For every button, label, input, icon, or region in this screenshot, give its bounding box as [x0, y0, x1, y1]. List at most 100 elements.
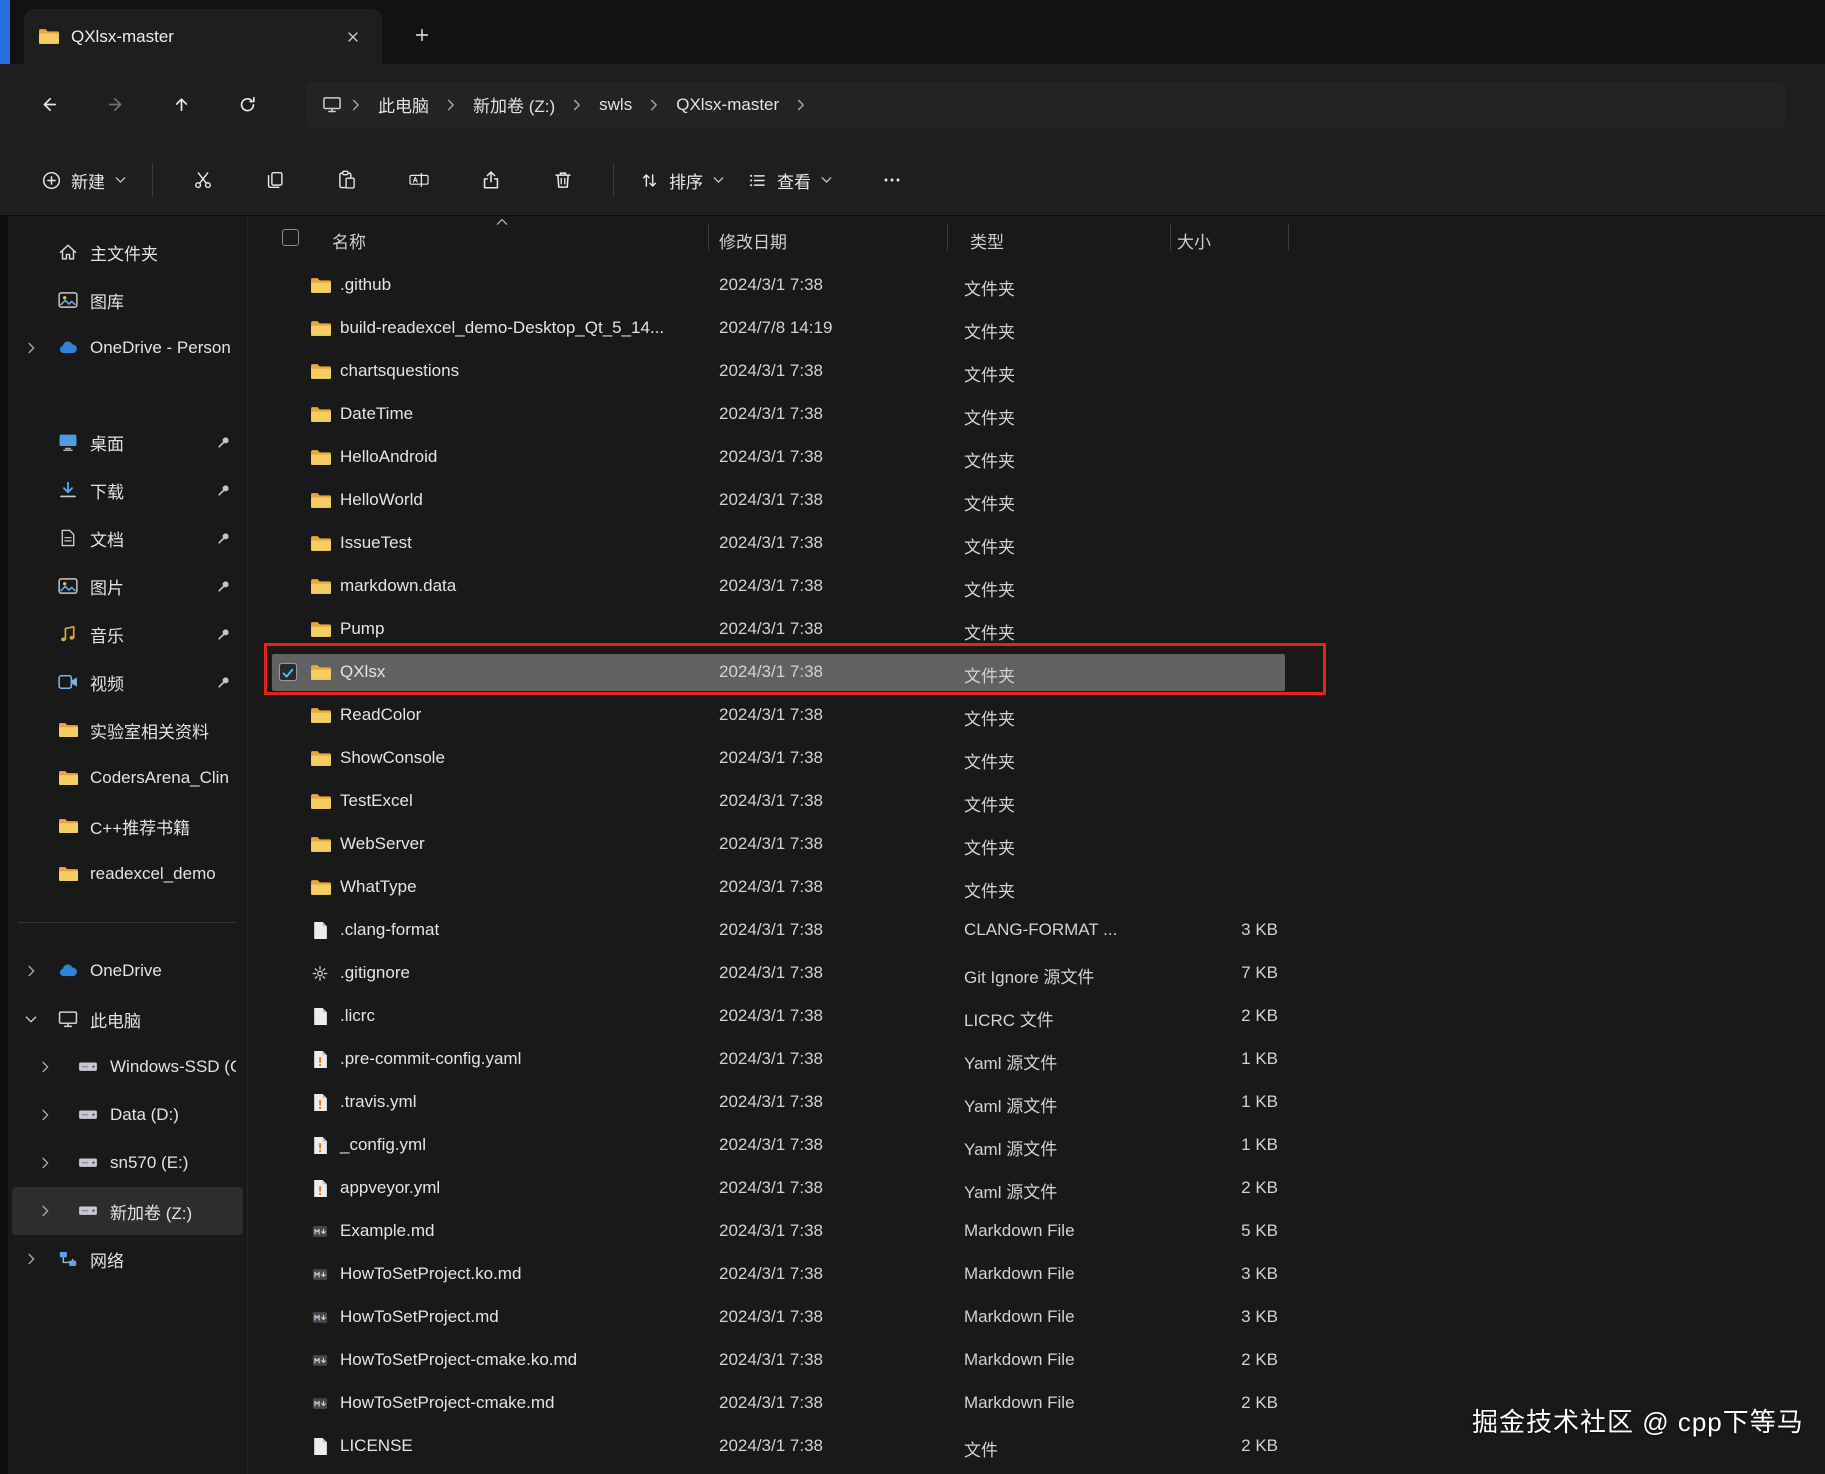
- file-row[interactable]: .github2024/3/1 7:38文件夹: [248, 264, 1825, 307]
- file-row[interactable]: .travis.yml2024/3/1 7:38Yaml 源文件1 KB: [248, 1081, 1825, 1124]
- chevron-right-icon[interactable]: [40, 1157, 51, 1169]
- sidebar-item[interactable]: OneDrive: [12, 947, 243, 995]
- file-row[interactable]: build-readexcel_demo-Desktop_Qt_5_14...2…: [248, 307, 1825, 350]
- column-header-size[interactable]: 大小: [1177, 228, 1211, 253]
- file-row[interactable]: WhatType2024/3/1 7:38文件夹: [248, 866, 1825, 909]
- file-row[interactable]: chartsquestions2024/3/1 7:38文件夹: [248, 350, 1825, 393]
- sidebar-item[interactable]: 文档: [12, 514, 243, 562]
- file-date: 2024/3/1 7:38: [719, 1135, 823, 1155]
- delete-button[interactable]: [540, 159, 586, 201]
- sidebar-item[interactable]: 主文件夹: [12, 228, 243, 276]
- file-row[interactable]: HowToSetProject.md2024/3/1 7:38Markdown …: [248, 1296, 1825, 1339]
- tab-title: QXlsx-master: [71, 27, 326, 47]
- column-separator[interactable]: [708, 224, 709, 251]
- toolbar-icon-buttons: [167, 159, 599, 201]
- sidebar-item[interactable]: C++推荐书籍: [12, 802, 243, 850]
- chevron-right-icon[interactable]: [26, 965, 37, 977]
- row-checkbox[interactable]: [279, 663, 297, 681]
- sidebar-item[interactable]: 实验室相关资料: [12, 706, 243, 754]
- file-row[interactable]: HowToSetProject-cmake.ko.md2024/3/1 7:38…: [248, 1339, 1825, 1382]
- rename-button[interactable]: [396, 159, 442, 201]
- file-name: HowToSetProject.ko.md: [340, 1264, 521, 1284]
- sidebar-item[interactable]: 视频: [12, 658, 243, 706]
- sidebar-item[interactable]: readexcel_demo: [12, 850, 243, 898]
- file-row[interactable]: appveyor.yml2024/3/1 7:38Yaml 源文件2 KB: [248, 1167, 1825, 1210]
- file-row[interactable]: HowToSetProject.ko.md2024/3/1 7:38Markdo…: [248, 1253, 1825, 1296]
- sidebar-item[interactable]: 新加卷 (Z:): [12, 1187, 243, 1235]
- column-header-type[interactable]: 类型: [970, 228, 1004, 253]
- view-button[interactable]: 查看: [736, 158, 844, 203]
- column-separator[interactable]: [1170, 224, 1171, 251]
- more-options-button[interactable]: [870, 159, 914, 201]
- file-row[interactable]: HelloAndroid2024/3/1 7:38文件夹: [248, 436, 1825, 479]
- sidebar-item[interactable]: 桌面: [12, 418, 243, 466]
- file-row[interactable]: _config.yml2024/3/1 7:38Yaml 源文件1 KB: [248, 1124, 1825, 1167]
- file-row[interactable]: markdown.data2024/3/1 7:38文件夹: [248, 565, 1825, 608]
- file-row[interactable]: .clang-format2024/3/1 7:38CLANG-FORMAT .…: [248, 909, 1825, 952]
- file-row[interactable]: .licrc2024/3/1 7:38LICRC 文件2 KB: [248, 995, 1825, 1038]
- column-separator[interactable]: [1288, 224, 1289, 251]
- file-row[interactable]: ReadColor2024/3/1 7:38文件夹: [248, 694, 1825, 737]
- sort-button-label: 排序: [669, 168, 703, 193]
- file-row[interactable]: IssueTest2024/3/1 7:38文件夹: [248, 522, 1825, 565]
- file-row[interactable]: QXlsx2024/3/1 7:38文件夹: [248, 651, 1825, 694]
- sidebar-item[interactable]: 下载: [12, 466, 243, 514]
- file-date: 2024/3/1 7:38: [719, 877, 823, 897]
- file-size: 1 KB: [1170, 1092, 1278, 1112]
- copy-button[interactable]: [252, 159, 298, 201]
- file-row[interactable]: .gitignore2024/3/1 7:38Git Ignore 源文件7 K…: [248, 952, 1825, 995]
- file-row[interactable]: .pre-commit-config.yaml2024/3/1 7:38Yaml…: [248, 1038, 1825, 1081]
- delete-icon: [553, 170, 573, 190]
- breadcrumb-item[interactable]: swls: [591, 90, 640, 120]
- chevron-down-icon[interactable]: [25, 1015, 37, 1024]
- sidebar-item[interactable]: 图库: [12, 276, 243, 324]
- explorer-tab[interactable]: QXlsx-master: [24, 9, 382, 64]
- folder-icon: [310, 406, 331, 423]
- sidebar-item[interactable]: sn570 (E:): [12, 1139, 243, 1187]
- music-icon: [58, 625, 78, 643]
- breadcrumb-item[interactable]: 新加卷 (Z:): [465, 87, 563, 122]
- up-button[interactable]: [160, 84, 202, 126]
- sidebar-item[interactable]: Data (D:): [12, 1091, 243, 1139]
- refresh-button[interactable]: [226, 84, 268, 126]
- file-row[interactable]: TestExcel2024/3/1 7:38文件夹: [248, 780, 1825, 823]
- chevron-right-icon[interactable]: [26, 342, 37, 354]
- sidebar-item-label: 音乐: [90, 622, 124, 647]
- column-header-date[interactable]: 修改日期: [719, 228, 787, 253]
- file-name: .licrc: [340, 1006, 375, 1026]
- column-separator[interactable]: [947, 224, 948, 251]
- paste-button[interactable]: [324, 159, 370, 201]
- sidebar-item[interactable]: Windows-SSD (C: [12, 1043, 243, 1091]
- column-header-name[interactable]: 名称: [332, 228, 366, 253]
- file-row[interactable]: HelloWorld2024/3/1 7:38文件夹: [248, 479, 1825, 522]
- new-button[interactable]: 新建: [30, 158, 138, 203]
- file-row[interactable]: ShowConsole2024/3/1 7:38文件夹: [248, 737, 1825, 780]
- sidebar-item[interactable]: OneDrive - Person: [12, 324, 243, 372]
- chevron-right-icon: [352, 99, 360, 111]
- sidebar-item[interactable]: 此电脑: [12, 995, 243, 1043]
- new-tab-button[interactable]: [404, 17, 440, 53]
- ellipsis-icon: [882, 170, 902, 190]
- back-button[interactable]: [28, 84, 70, 126]
- chevron-right-icon[interactable]: [26, 1253, 37, 1265]
- sidebar-item[interactable]: CodersArena_Clin: [12, 754, 243, 802]
- sidebar-item[interactable]: 音乐: [12, 610, 243, 658]
- chevron-right-icon[interactable]: [40, 1205, 51, 1217]
- tab-close-button[interactable]: [338, 22, 368, 52]
- sidebar-item[interactable]: 图片: [12, 562, 243, 610]
- select-all-checkbox[interactable]: [282, 229, 299, 246]
- nav-buttons: [28, 84, 292, 126]
- file-row[interactable]: Example.md2024/3/1 7:38Markdown File5 KB: [248, 1210, 1825, 1253]
- chevron-right-icon[interactable]: [40, 1109, 51, 1121]
- breadcrumb-item[interactable]: 此电脑: [370, 87, 437, 122]
- share-button[interactable]: [468, 159, 514, 201]
- file-row[interactable]: WebServer2024/3/1 7:38文件夹: [248, 823, 1825, 866]
- cut-button[interactable]: [180, 159, 226, 201]
- breadcrumb-item[interactable]: QXlsx-master: [668, 90, 787, 120]
- file-row[interactable]: DateTime2024/3/1 7:38文件夹: [248, 393, 1825, 436]
- sort-button[interactable]: 排序: [628, 158, 736, 203]
- forward-button[interactable]: [94, 84, 136, 126]
- file-row[interactable]: Pump2024/3/1 7:38文件夹: [248, 608, 1825, 651]
- sidebar-item[interactable]: 网络: [12, 1235, 243, 1283]
- chevron-right-icon[interactable]: [40, 1061, 51, 1073]
